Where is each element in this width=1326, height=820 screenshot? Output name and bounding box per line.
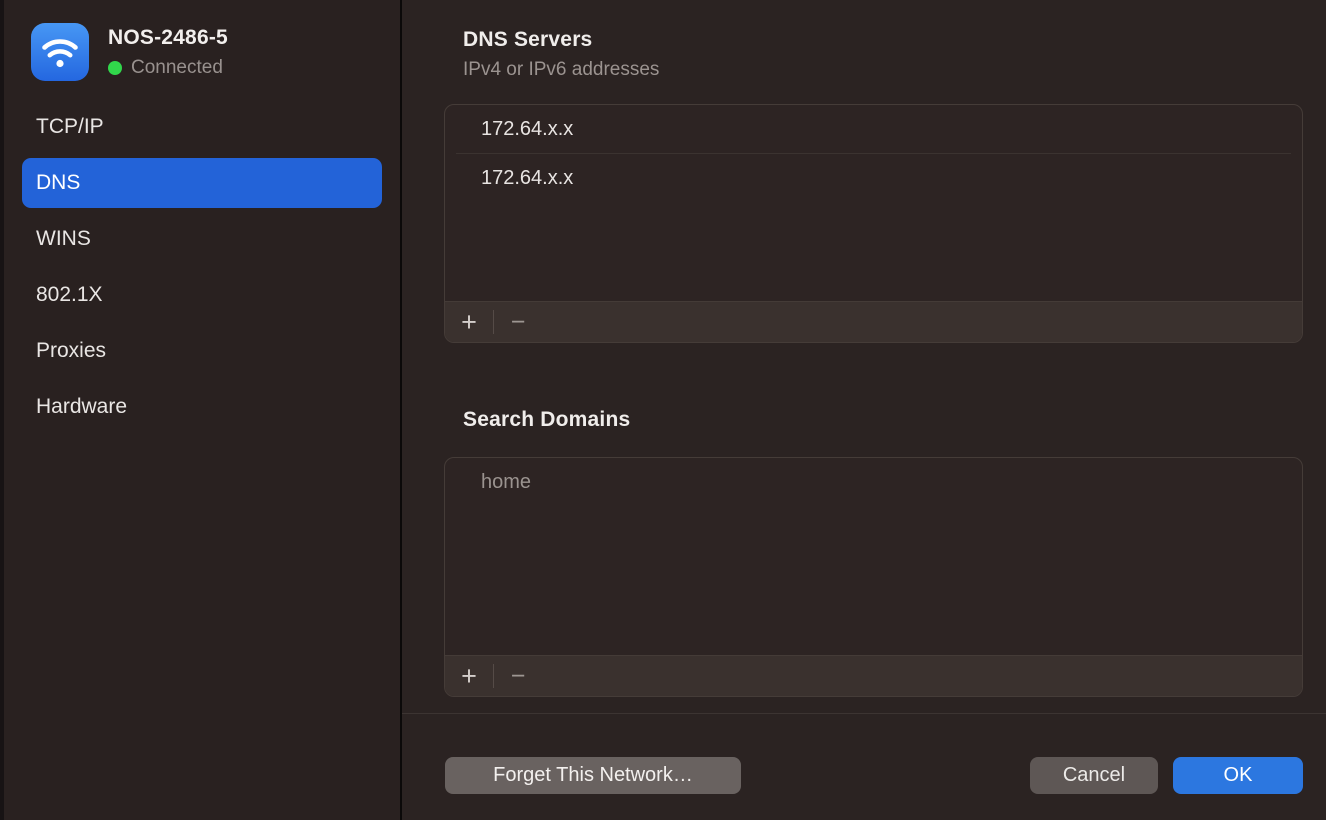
dns-servers-list-footer: + − <box>445 301 1302 342</box>
network-name: NOS-2486-5 <box>108 26 228 50</box>
search-domains-list-footer: + − <box>445 655 1302 696</box>
dns-server-row[interactable]: 172.64.x.x <box>445 154 1302 202</box>
sidebar-item-tcpip[interactable]: TCP/IP <box>22 102 382 152</box>
search-domains-rows: home <box>445 458 1302 506</box>
status-dot-icon <box>108 61 122 75</box>
dns-server-row[interactable]: 172.64.x.x <box>445 105 1302 153</box>
add-search-domain-button[interactable]: + <box>445 656 493 697</box>
add-dns-server-button[interactable]: + <box>445 302 493 343</box>
connection-status: Connected <box>108 57 223 79</box>
ok-button[interactable]: OK <box>1173 757 1303 794</box>
content-panel: DNS Servers IPv4 or IPv6 addresses 172.6… <box>402 0 1326 820</box>
sidebar-item-dns[interactable]: DNS <box>22 158 382 208</box>
content-divider <box>402 713 1326 714</box>
forget-network-button[interactable]: Forget This Network… <box>445 757 741 794</box>
search-domains-title: Search Domains <box>463 408 630 432</box>
sidebar-item-proxies[interactable]: Proxies <box>22 326 382 376</box>
dns-servers-list: 172.64.x.x 172.64.x.x + − <box>444 104 1303 343</box>
wifi-icon <box>31 23 89 81</box>
remove-dns-server-button[interactable]: − <box>494 302 542 343</box>
sidebar-menu: TCP/IP DNS WINS 802.1X Proxies Hardware <box>22 102 382 438</box>
search-domains-list: home + − <box>444 457 1303 697</box>
window-edge <box>0 0 4 820</box>
remove-search-domain-button[interactable]: − <box>494 656 542 697</box>
dns-servers-subtitle: IPv4 or IPv6 addresses <box>463 59 659 81</box>
search-domain-row[interactable]: home <box>445 458 1302 506</box>
sidebar-item-hardware[interactable]: Hardware <box>22 382 382 432</box>
cancel-button[interactable]: Cancel <box>1030 757 1158 794</box>
sidebar-item-8021x[interactable]: 802.1X <box>22 270 382 320</box>
connection-status-label: Connected <box>131 57 223 79</box>
dns-servers-title: DNS Servers <box>463 28 592 52</box>
dns-servers-rows: 172.64.x.x 172.64.x.x <box>445 105 1302 202</box>
sidebar-content-divider <box>400 0 402 820</box>
sidebar-item-wins[interactable]: WINS <box>22 214 382 264</box>
sidebar: NOS-2486-5 Connected TCP/IP DNS WINS 802… <box>0 0 400 820</box>
